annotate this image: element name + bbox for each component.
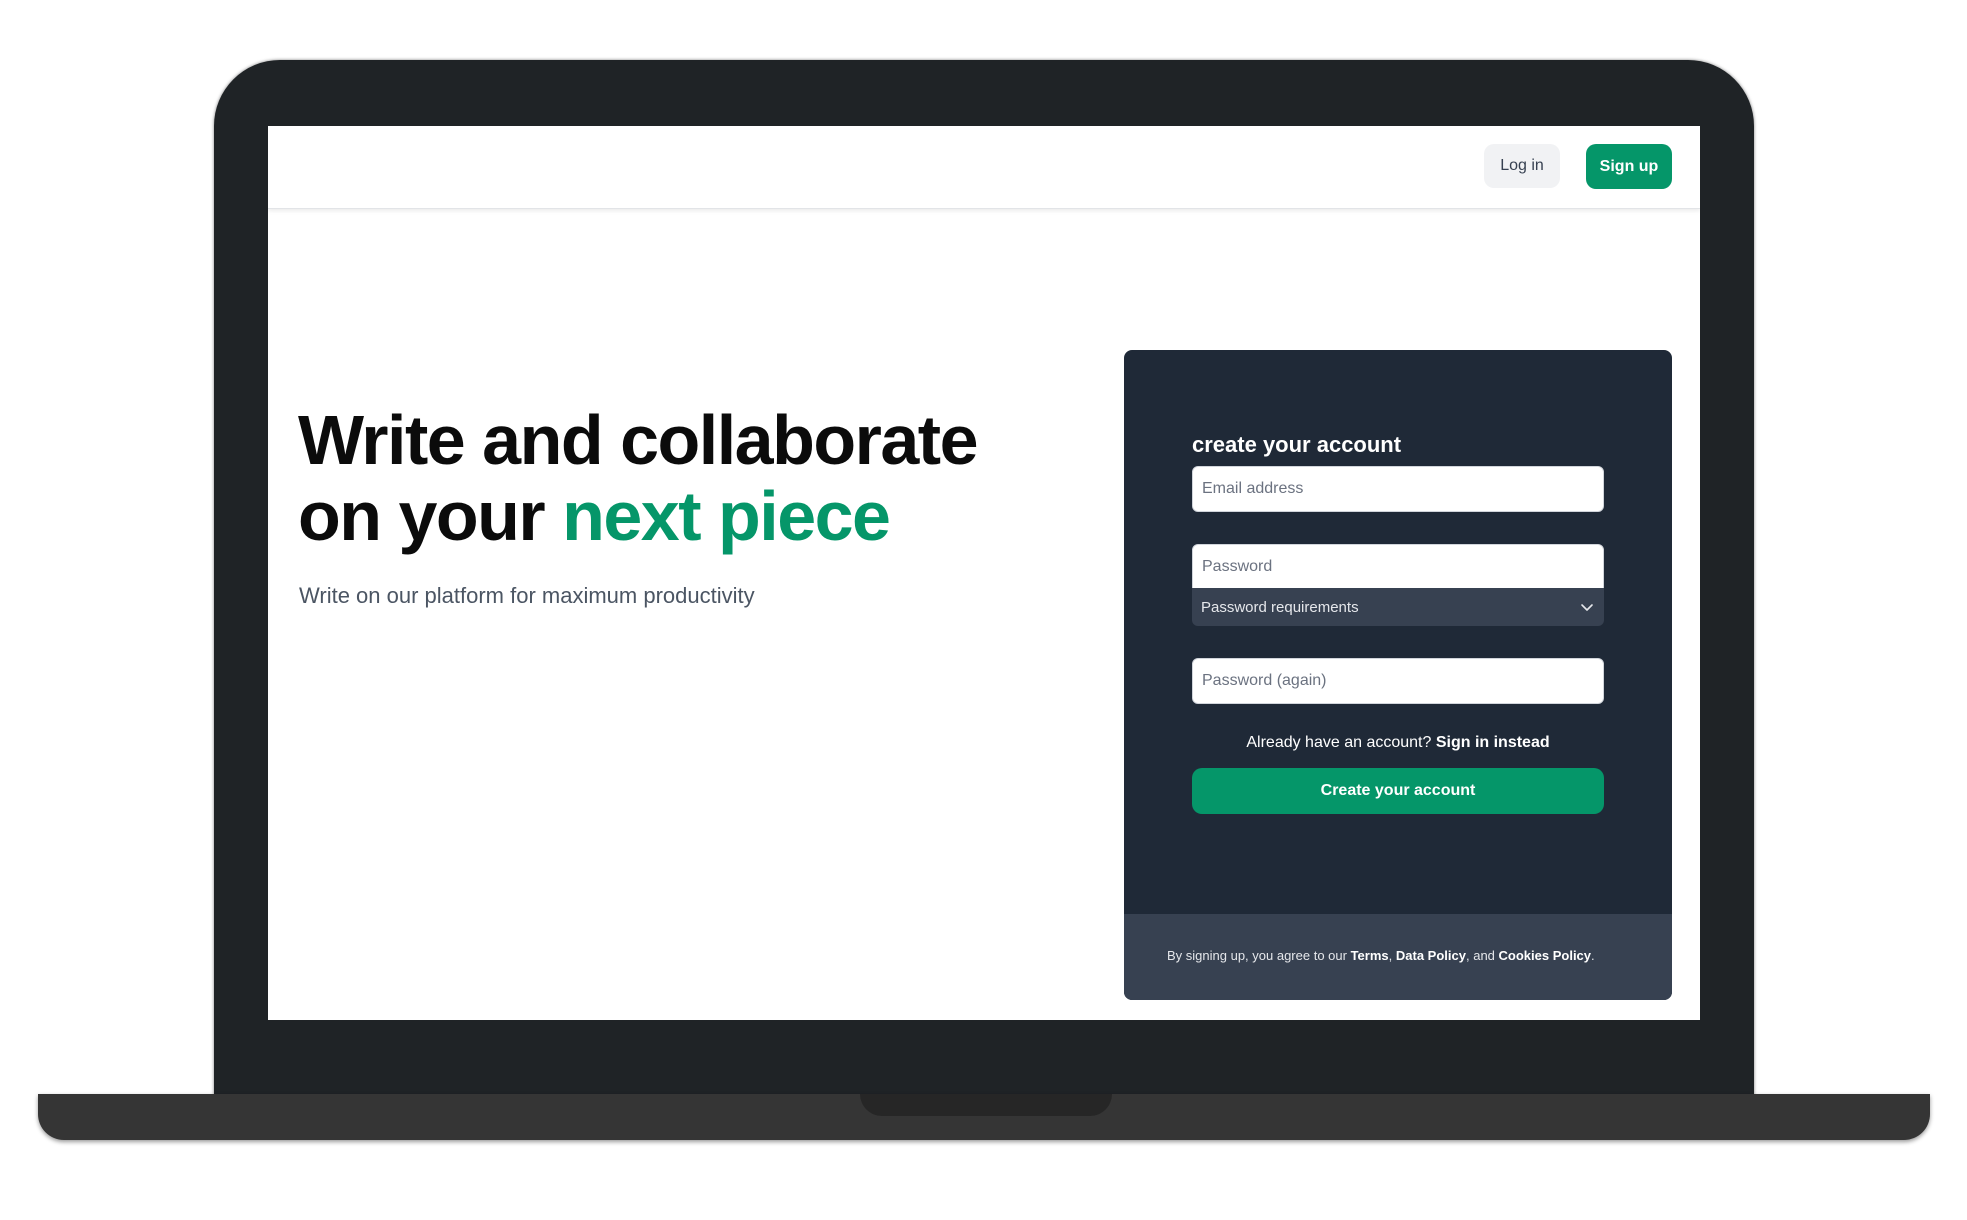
terms-period: .	[1591, 948, 1595, 963]
cookies-policy-link[interactable]: Cookies Policy	[1499, 948, 1591, 963]
hero-title-accent: next piece	[562, 477, 891, 555]
hero-title: Write and collaborate on your next piece	[298, 402, 1058, 554]
terms-notice: By signing up, you agree to our Terms, D…	[1167, 948, 1595, 963]
email-field[interactable]	[1192, 466, 1604, 512]
signup-card-title: create your account	[1192, 432, 1402, 457]
data-policy-link[interactable]: Data Policy	[1396, 948, 1466, 963]
signup-button[interactable]: Sign up	[1586, 144, 1672, 189]
terms-separator: ,	[1388, 948, 1393, 963]
signup-card-footer: By signing up, you agree to our Terms, D…	[1124, 914, 1672, 1000]
password-again-field[interactable]	[1192, 658, 1604, 704]
signup-card: create your account Password requirement…	[1124, 350, 1672, 1000]
login-button[interactable]: Log in	[1484, 144, 1560, 188]
top-navigation-bar: Log in Sign up	[268, 126, 1700, 209]
app-screen: Log in Sign up Write and collaborate on y…	[268, 126, 1700, 1020]
already-have-account: Already have an account? Sign in instead	[1192, 734, 1604, 752]
hero-title-line1: Write and collaborate	[298, 401, 979, 479]
password-requirements-toggle[interactable]: Password requirements	[1192, 588, 1604, 626]
create-account-button[interactable]: Create your account	[1192, 768, 1604, 814]
password-field[interactable]	[1192, 544, 1604, 590]
terms-and-text: , and	[1465, 948, 1495, 963]
password-requirements-label: Password requirements	[1201, 598, 1359, 616]
hero-title-line2-prefix: on your	[298, 477, 563, 555]
chevron-down-icon	[1579, 599, 1595, 615]
already-have-account-text: Already have an account?	[1246, 734, 1432, 751]
sign-in-instead-link[interactable]: Sign in instead	[1436, 734, 1550, 751]
terms-prefix: By signing up, you agree to our	[1167, 948, 1347, 963]
terms-link[interactable]: Terms	[1351, 948, 1389, 963]
laptop-notch	[860, 1094, 1112, 1116]
hero-subtitle: Write on our platform for maximum produc…	[299, 583, 755, 608]
